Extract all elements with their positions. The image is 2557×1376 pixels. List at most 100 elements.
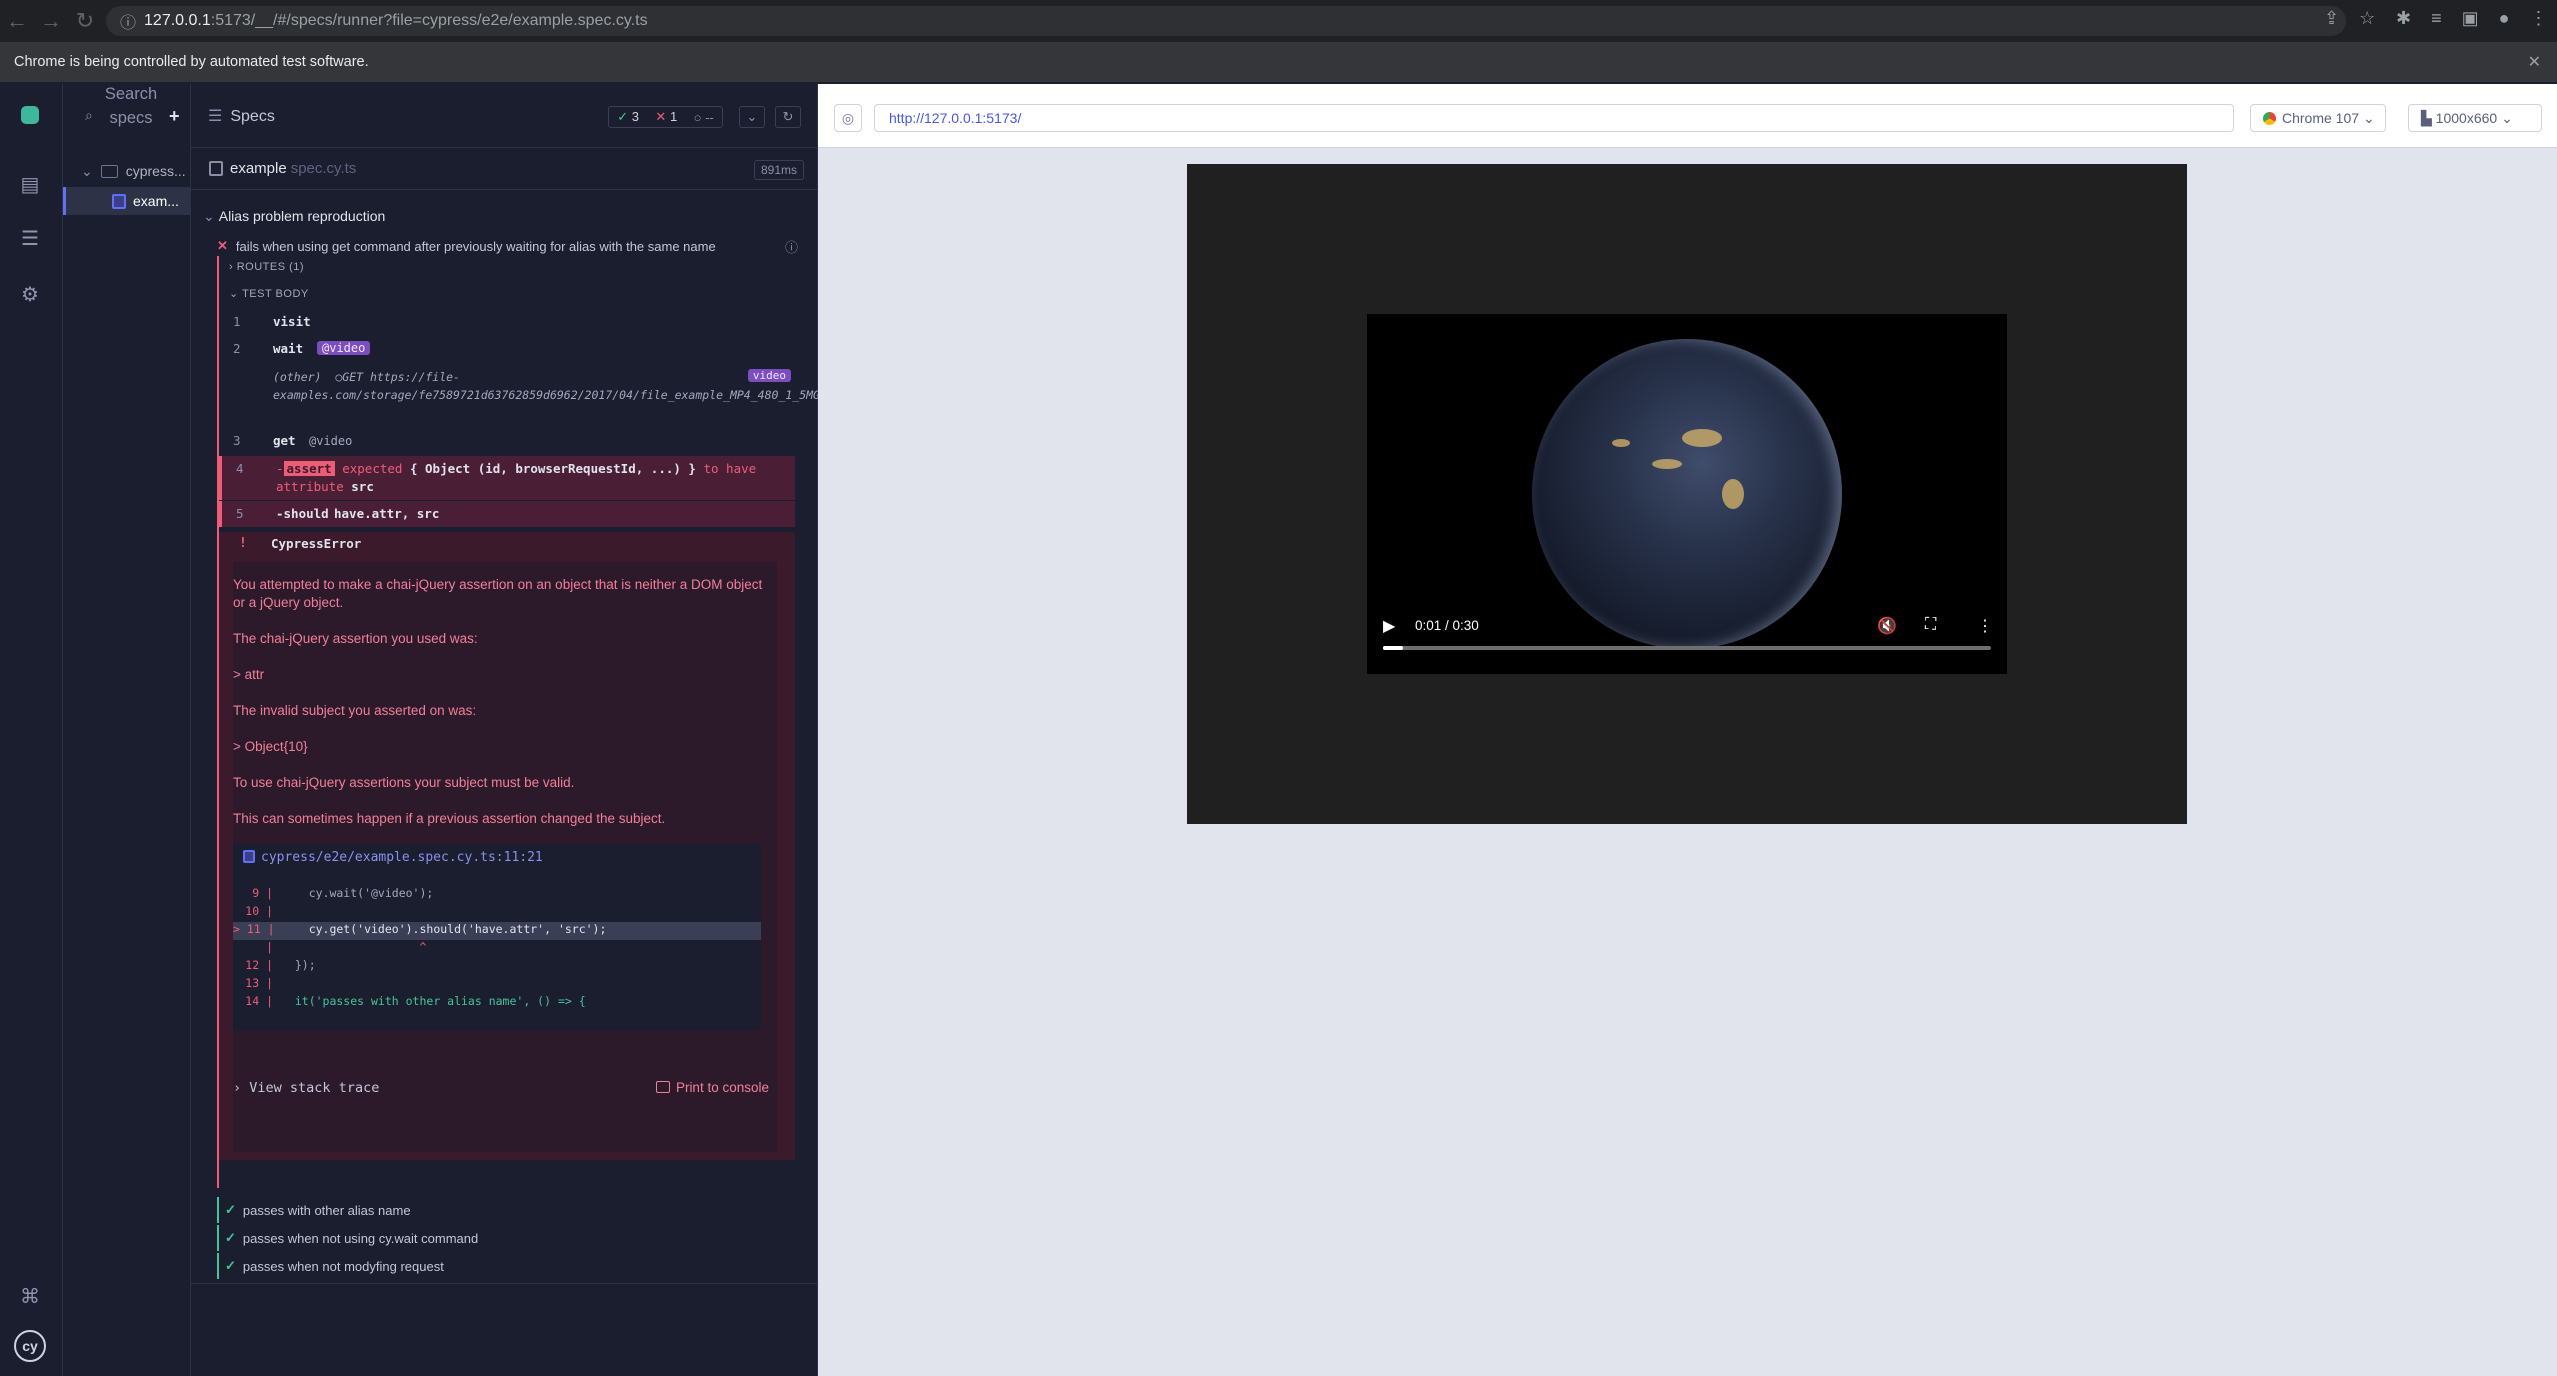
print-to-console-button[interactable]: Print to console (655, 1080, 769, 1095)
url-host: 127.0.0.1 (144, 12, 211, 29)
test-body-label: TEST BODY (242, 288, 309, 300)
viewport-label: 1000x660 (2435, 110, 2498, 126)
view-stack-trace-toggle[interactable]: › View stack trace (233, 1080, 379, 1096)
request-log-row[interactable]: (other) ○GET https://file-examples.com/s… (219, 364, 848, 418)
app-under-test-panel: ◎ http://127.0.0.1:5173/ Chrome 107 ⌄ ▙ … (818, 84, 2557, 1376)
reload-icon[interactable]: ↻ (68, 8, 102, 34)
command-name: visit (273, 314, 311, 329)
code-line: 13 | (233, 976, 761, 994)
close-icon[interactable]: ✕ (2528, 52, 2541, 72)
failed-count: ✕ 1 (655, 109, 678, 124)
command-log-row[interactable]: 3 get @video (219, 428, 795, 456)
assert-message: - assert expected { Object (id, browserRe… (276, 461, 757, 494)
rerun-button[interactable]: ↻ (775, 106, 801, 128)
specs-title[interactable]: ☰ Specs (208, 106, 275, 126)
keyboard-shortcuts-icon[interactable]: ⌘ (17, 1284, 43, 1310)
search-icon: ⌕ (85, 107, 93, 123)
file-icon (243, 850, 255, 863)
suite-title[interactable]: ⌄ Alias problem reproduction (203, 208, 385, 225)
error-panel: ! CypressError You attempted to make a c… (219, 532, 795, 1160)
back-icon[interactable]: ← (0, 8, 34, 34)
suite-label: Alias problem reproduction (218, 208, 386, 224)
more-options-icon[interactable]: ⋮ (1977, 616, 1993, 636)
checkmark-icon: ✓ (225, 1202, 236, 1217)
should-command: -should (276, 506, 329, 521)
aut-url-bar[interactable]: http://127.0.0.1:5173/ (874, 104, 2234, 132)
expand-collapse-button[interactable]: ⌄ (739, 106, 765, 128)
settings-gear-icon[interactable]: ⚙ (17, 282, 43, 308)
code-text: ^ (281, 940, 427, 954)
command-number: 2 (233, 341, 241, 356)
viewport-selector[interactable]: ▙ 1000x660 ⌄ (2408, 104, 2542, 132)
mute-icon[interactable]: 🔇 (1877, 616, 1897, 636)
test-body-toggle[interactable]: ⌄ TEST BODY (229, 287, 309, 300)
profile-icon[interactable]: ● (2499, 8, 2510, 29)
command-arg: @video (309, 434, 353, 448)
video-player[interactable]: ▶ 0:01 / 0:30 🔇 ⛶ ⋮ (1367, 314, 2007, 674)
fullscreen-icon[interactable]: ⛶ (1925, 616, 1936, 634)
info-icon[interactable]: ⓘ (120, 9, 136, 33)
spec-file-header: example spec.cy.ts 891ms (191, 148, 818, 190)
tree-file-example[interactable]: exam... (63, 187, 191, 215)
code-line: 12 | }); (233, 958, 761, 976)
share-icon[interactable]: ⇪ (2324, 8, 2339, 29)
chevron-right-icon: › (233, 1080, 242, 1096)
search-input[interactable]: Search specs (101, 82, 161, 130)
routes-toggle[interactable]: › ROUTES (1) (229, 261, 304, 273)
pending-count: ○ -- (693, 109, 714, 125)
forward-icon[interactable]: → (34, 8, 68, 34)
reading-list-icon[interactable]: ≡ (2431, 8, 2442, 29)
aut-iframe[interactable]: ▶ 0:01 / 0:30 🔇 ⛶ ⋮ (1187, 164, 2187, 824)
line-number: 10 | (245, 904, 273, 918)
error-paragraph: > attr (233, 667, 265, 682)
side-panel-icon[interactable]: ▣ (2462, 8, 2479, 29)
extensions-icon[interactable]: ✱ (2396, 8, 2411, 29)
passed-test-row[interactable]: ✓ passes when not modyfing request (217, 1253, 807, 1279)
code-line: 10 | (233, 904, 761, 922)
assert-log-row[interactable]: 4 - assert expected { Object (id, browser… (219, 456, 795, 500)
code-frame-file-link[interactable]: cypress/e2e/example.spec.cy.ts:11:21 (243, 850, 543, 865)
bookmark-star-icon[interactable]: ☆ (2359, 8, 2375, 29)
assert-text-b: { Object (id, browserRequestId, ...) } (409, 461, 696, 476)
should-args: have.attr, src (334, 506, 440, 521)
tree-folder-cypress[interactable]: ⌄ cypress... (63, 157, 191, 185)
command-log-row[interactable]: 2 wait @video (219, 336, 795, 364)
line-number: 12 | (245, 958, 273, 972)
automation-infobar: Chrome is being controlled by automated … (0, 42, 2557, 82)
alias-badge: @video (317, 341, 371, 355)
runs-icon[interactable]: ▤ (17, 172, 43, 198)
divider (191, 1283, 818, 1284)
chevron-right-icon: › (229, 261, 234, 273)
selector-playground-icon[interactable]: ◎ (834, 104, 862, 132)
line-number: 13 | (245, 976, 273, 990)
passed-test-row[interactable]: ✓ passes when not using cy.wait command (217, 1225, 807, 1251)
code-file-path: cypress/e2e/example.spec.cy.ts:11:21 (261, 850, 543, 865)
browser-label: Chrome 107 (2282, 110, 2360, 126)
project-icon[interactable] (21, 106, 39, 124)
assert-text-d: src (351, 479, 374, 494)
url-path: :5173/__/#/specs/runner?file=cypress/e2e… (210, 12, 648, 29)
error-paragraph: This can sometimes happen if a previous … (233, 811, 666, 826)
spec-extension: spec.cy.ts (290, 160, 357, 177)
video-progress-bar[interactable] (1383, 646, 1991, 650)
play-icon[interactable]: ▶ (1383, 616, 1395, 636)
menu-icon[interactable]: ⋮ (2530, 8, 2548, 29)
browser-selector[interactable]: Chrome 107 ⌄ (2250, 104, 2386, 132)
document-icon (209, 161, 223, 176)
command-log-row[interactable]: 1 visit (219, 310, 795, 336)
address-bar[interactable]: ⓘ 127.0.0.1:5173/__/#/specs/runner?file=… (106, 6, 2346, 36)
should-log-row[interactable]: 5 -should have.attr, src (219, 501, 795, 527)
cypress-logo-icon[interactable]: cy (14, 1330, 46, 1362)
line-number: | (266, 940, 273, 954)
info-circle-icon[interactable]: ⓘ (785, 237, 798, 256)
browser-toolbar: ← → ↻ ⓘ 127.0.0.1:5173/__/#/specs/runner… (0, 0, 2557, 42)
passed-test-row[interactable]: ✓ passes with other alias name (217, 1197, 807, 1223)
add-spec-button[interactable]: + (169, 106, 180, 127)
spec-search[interactable]: ⌕ Search specs + (77, 84, 191, 140)
folder-label: cypress... (125, 163, 186, 179)
specs-list-icon[interactable]: ☰ (17, 226, 43, 252)
console-icon (655, 1081, 670, 1093)
spec-duration: 891ms (753, 160, 804, 180)
code-line: | ^ (233, 940, 761, 958)
failing-test-body: › ROUTES (1) ⌄ TEST BODY 1 visit 2 wait … (217, 256, 848, 1188)
